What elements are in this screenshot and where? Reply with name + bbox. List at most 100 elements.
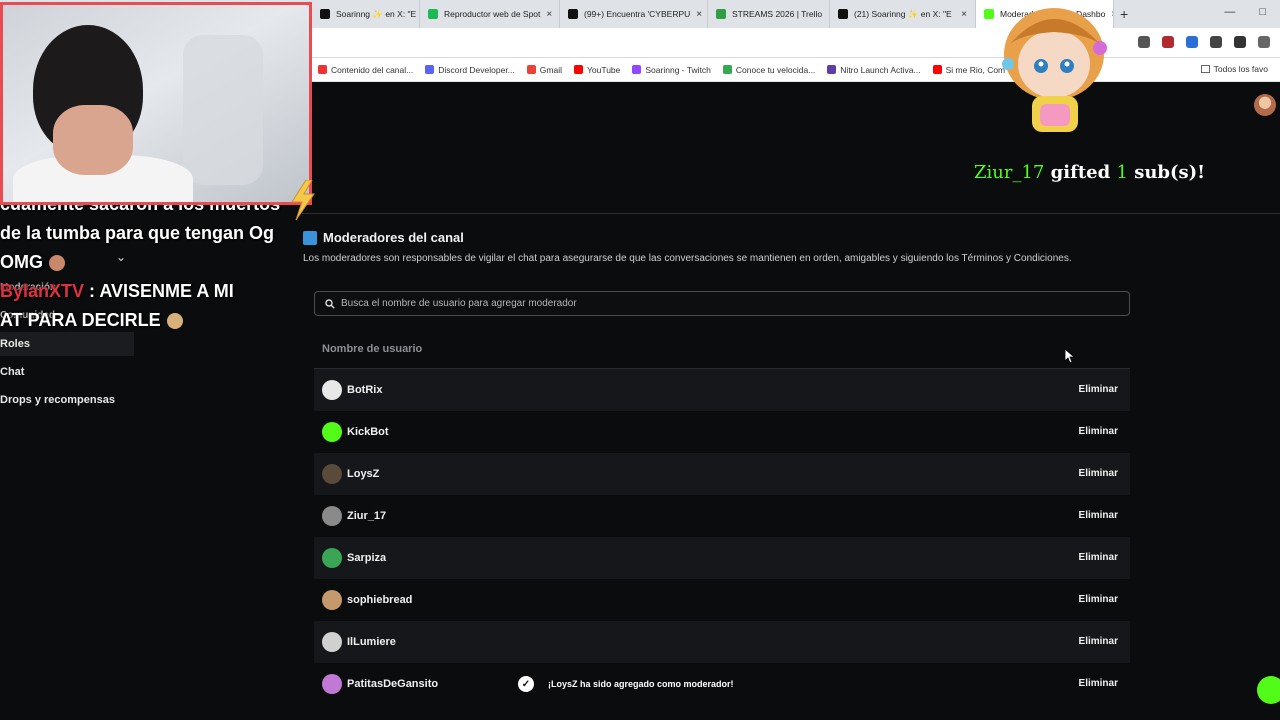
moderator-avatar: [322, 464, 342, 484]
tab-favicon-icon: [838, 9, 848, 19]
tab-favicon-icon: [716, 9, 726, 19]
moderator-username: KickBot: [347, 426, 389, 438]
tab-favicon-icon: [984, 9, 994, 19]
browser-tab[interactable]: Soarinng ✨ en X: "E×: [312, 0, 420, 28]
user-avatar[interactable]: [1254, 94, 1276, 116]
moderator-search-input[interactable]: [341, 298, 1101, 309]
extension-icon[interactable]: [1186, 36, 1198, 48]
bookmark-item[interactable]: YouTube: [573, 65, 620, 75]
table-body: BotRix Eliminar KickBot Eliminar LoysZ Elimin…: [314, 369, 1130, 705]
remove-moderator-button[interactable]: Eliminar: [1075, 550, 1122, 565]
bookmark-label: Discord Developer...: [438, 64, 515, 75]
remove-moderator-button[interactable]: Eliminar: [1075, 592, 1122, 607]
chat-line: BylanXTV : AVISENME A MI: [0, 277, 300, 306]
remove-moderator-button[interactable]: Eliminar: [1075, 424, 1122, 439]
anime-sticker-image: [1002, 8, 1107, 132]
bookmark-label: Conoce tu velocida...: [735, 64, 816, 75]
moderators-table: Nombre de usuario BotRix Eliminar KickBot E…: [314, 329, 1130, 705]
sub-gift-alert: Ziur_17 gifted 1 sub(s)!: [974, 162, 1205, 183]
bookmark-item[interactable]: Si me Rio, Com: [932, 65, 1005, 75]
bookmark-favicon-icon: [722, 65, 732, 74]
sidebar-item-chat[interactable]: Chat: [0, 366, 24, 378]
browser-tab[interactable]: (21) Soarinng ✨ en X: "E ×: [830, 0, 976, 28]
minimize-button[interactable]: —: [1224, 6, 1235, 18]
bookmark-item[interactable]: Gmail: [526, 64, 562, 75]
moderator-username: Sarpiza: [347, 552, 387, 564]
maximize-button[interactable]: □: [1259, 6, 1266, 18]
page-title-text: Moderadores del canal: [323, 230, 464, 245]
tab-strip: Soarinng ✨ en X: "E×Reproductor web de S…: [312, 0, 1114, 28]
folder-icon: [1200, 65, 1210, 73]
success-toast: ✓ ¡LoysZ ha sido agregado como moderador…: [518, 676, 734, 692]
moderator-avatar: [322, 590, 342, 610]
bookmark-item[interactable]: Discord Developer...: [425, 65, 515, 75]
chat-line: de la tumba para que tengan Og: [0, 219, 300, 248]
moderator-avatar: [322, 674, 342, 694]
remove-moderator-button[interactable]: Eliminar: [1075, 676, 1122, 691]
webcam-person-face: [53, 105, 133, 175]
bookmark-item[interactable]: Soarinng - Twitch: [632, 65, 711, 75]
table-header: Nombre de usuario: [314, 329, 1130, 369]
all-bookmarks[interactable]: Todos los favo: [1200, 64, 1268, 74]
remove-moderator-button[interactable]: Eliminar: [1075, 508, 1122, 523]
bookmark-favicon-icon: [526, 65, 536, 74]
moderator-avatar: [322, 422, 342, 442]
table-row: sophiebread Eliminar: [314, 579, 1130, 621]
moderator-username: BotRix: [347, 384, 383, 396]
bookmark-favicon-icon: [632, 65, 642, 74]
close-tab-icon[interactable]: ×: [696, 9, 702, 20]
moderator-avatar: [322, 548, 342, 568]
bookmark-item[interactable]: Nitro Launch Activa...: [827, 64, 921, 75]
bookmark-label: Contenido del canal...: [331, 64, 414, 75]
close-tab-icon[interactable]: ×: [961, 9, 967, 20]
moderator-avatar: [322, 506, 342, 526]
webcam-overlay: [0, 2, 312, 205]
sidebar-item-roles[interactable]: Roles: [0, 338, 30, 350]
extension-icon[interactable]: [1162, 36, 1174, 48]
alert-username: Ziur_17: [974, 162, 1045, 183]
tab-label: (99+) Encuentra 'CYBERPU: [584, 9, 691, 19]
all-bookmarks-label: Todos los favo: [1213, 64, 1268, 74]
bookmark-favicon-icon: [573, 65, 583, 74]
alert-count: 1: [1116, 162, 1128, 183]
toast-message: ¡LoysZ ha sido agregado como moderador!: [548, 679, 734, 689]
tab-label: (21) Soarinng ✨ en X: "E: [854, 8, 952, 19]
menu-icon[interactable]: [1234, 36, 1246, 48]
chat-text: de la tumba para que tengan Og: [0, 223, 275, 243]
moderator-username: LoysZ: [347, 468, 380, 480]
extension-icon[interactable]: [1138, 36, 1150, 48]
sidebar-item-drops[interactable]: Drops y recompensas: [0, 394, 115, 406]
puzzle-icon[interactable]: [1210, 36, 1222, 48]
chat-username: BylanXTV: [0, 281, 85, 301]
webcam-chair: [183, 35, 263, 185]
browser-tab[interactable]: (99+) Encuentra 'CYBERPU ×: [560, 0, 708, 28]
help-chat-button[interactable]: [1257, 676, 1280, 704]
table-row: KickBot Eliminar: [314, 411, 1130, 453]
close-tab-icon[interactable]: ×: [546, 9, 552, 20]
table-row: Ziur_17 Eliminar: [314, 495, 1130, 537]
bookmark-favicon-icon: [827, 65, 837, 74]
remove-moderator-button[interactable]: Eliminar: [1075, 382, 1122, 397]
bookmark-item[interactable]: Contenido del canal...: [318, 65, 413, 75]
table-row: BotRix Eliminar: [314, 369, 1130, 411]
browser-tab[interactable]: STREAMS 2026 | Trello×: [708, 0, 830, 28]
browser-tab[interactable]: Reproductor web de Spot ×: [420, 0, 560, 28]
bookmark-label: Gmail: [539, 64, 562, 75]
moderator-avatar: [322, 632, 342, 652]
bookmark-item[interactable]: Conoce tu velocida...: [722, 64, 816, 75]
bookmark-label: Nitro Launch Activa...: [840, 64, 921, 75]
moderator-username: sophiebread: [347, 594, 413, 606]
tab-favicon-icon: [320, 9, 330, 19]
new-tab-button[interactable]: +: [1120, 6, 1128, 22]
remove-moderator-button[interactable]: Eliminar: [1075, 634, 1122, 649]
moderator-username: PatitasDeGansito: [347, 678, 439, 690]
alert-text: gifted: [1050, 162, 1111, 183]
bookmark-favicon-icon: [425, 65, 435, 74]
chat-line: OMG: [0, 248, 300, 277]
chat-text: AT PARA DECIRLE: [0, 310, 161, 330]
remove-moderator-button[interactable]: Eliminar: [1075, 466, 1122, 481]
mouse-cursor-icon: [1065, 349, 1075, 363]
moderators-icon: [303, 230, 317, 245]
profile-icon[interactable]: [1258, 36, 1270, 48]
header-divider: [302, 213, 1280, 214]
